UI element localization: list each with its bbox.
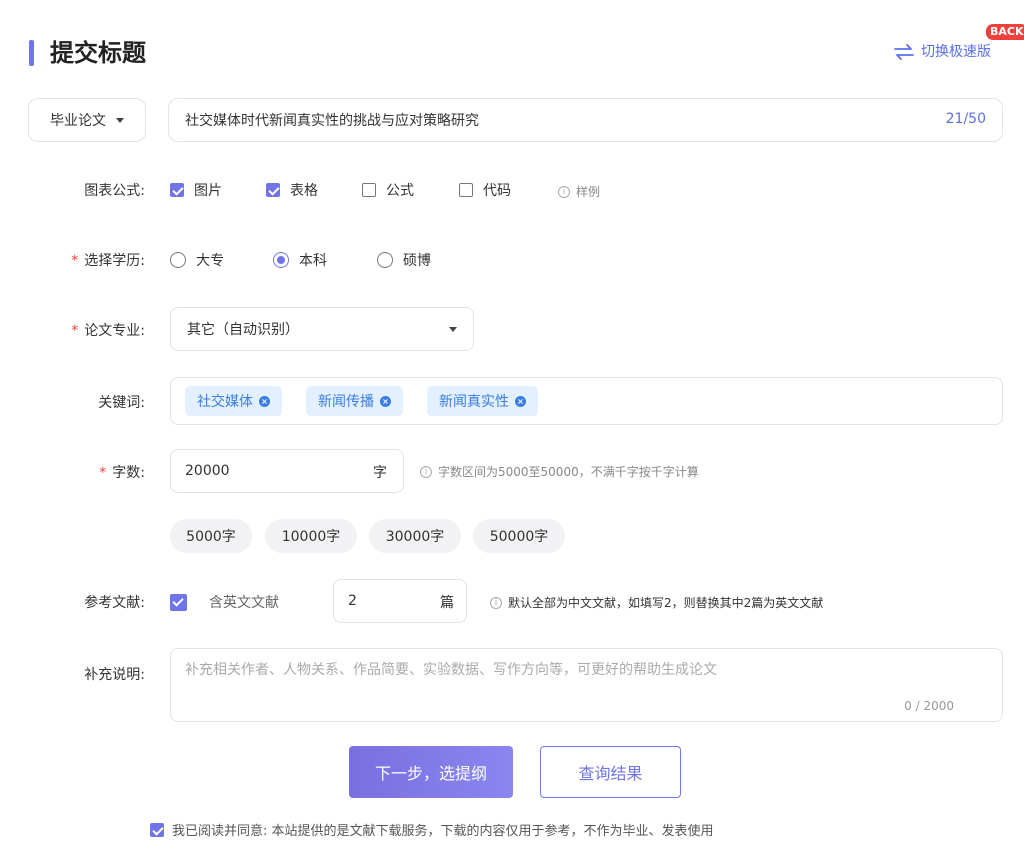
figures-label: 图表公式:: [84, 183, 145, 199]
references-label: 参考文献:: [84, 595, 145, 611]
word-preset-button[interactable]: 30000字: [369, 519, 461, 553]
reference-count-unit: 篇: [440, 595, 454, 611]
figure-option-label: 图片: [194, 183, 222, 199]
paper-type-value: 毕业论文: [50, 113, 106, 129]
required-asterisk: *: [71, 253, 79, 269]
title-accent-bar: [29, 40, 34, 66]
required-asterisk: *: [71, 323, 79, 339]
back-badge[interactable]: BACK: [986, 24, 1024, 40]
remove-tag-icon[interactable]: ×: [259, 395, 270, 407]
keyword-tag: 新闻传播 ×: [306, 386, 403, 416]
next-step-button[interactable]: 下一步，选提纲: [349, 746, 513, 798]
word-preset-button[interactable]: 50000字: [473, 519, 565, 553]
keyword-tag-label: 新闻真实性: [439, 394, 509, 410]
reference-count-input[interactable]: [348, 580, 418, 622]
hint-text: 样例: [576, 185, 601, 199]
agreement-text: 我已阅读并同意: 本站提供的是文献下载服务，下载的内容仅用于参考，不作为毕业、发…: [172, 824, 714, 839]
figure-option-formula[interactable]: 公式: [362, 180, 414, 200]
header: 提交标题 BACK 切换极速版: [0, 0, 1024, 100]
notes-textarea[interactable]: [185, 659, 985, 699]
word-preset-button[interactable]: 5000字: [170, 519, 252, 553]
education-option-label: 硕博: [403, 253, 431, 269]
education-option-junior-college[interactable]: 大专: [170, 250, 224, 270]
remove-tag-icon[interactable]: ×: [380, 395, 391, 407]
hint-text: 默认全部为中文文献，如填写2，则替换其中2篇为英文文献: [508, 596, 824, 610]
figures-sample-hint[interactable]: i 样例: [558, 183, 600, 200]
info-icon: i: [420, 465, 432, 478]
hint-text: 字数区间为5000至50000，不满千字按千字计算: [438, 465, 699, 479]
figure-option-image[interactable]: 图片: [170, 180, 222, 200]
word-count-hint: i 字数区间为5000至50000，不满千字按千字计算: [420, 463, 699, 480]
notes-box: 0 / 2000: [170, 648, 1003, 722]
figure-option-label: 代码: [483, 183, 511, 199]
include-english-label: 含英文文献: [209, 595, 279, 611]
education-label: * 选择学历:: [71, 253, 145, 269]
checkbox-unchecked-icon[interactable]: [362, 183, 376, 197]
keyword-tag: 新闻真实性 ×: [427, 386, 538, 416]
checkbox-checked-icon[interactable]: [150, 822, 164, 837]
checkbox-checked-icon[interactable]: [170, 183, 184, 197]
figure-option-code[interactable]: 代码: [459, 180, 511, 200]
major-label: * 论文专业:: [71, 323, 145, 339]
radio-unselected-icon[interactable]: [170, 252, 186, 268]
keywords-input-box[interactable]: 社交媒体 × 新闻传播 × 新闻真实性 ×: [170, 377, 1003, 425]
radio-selected-icon[interactable]: [273, 252, 289, 268]
figure-option-table[interactable]: 表格: [266, 180, 318, 200]
word-count-label: * 字数:: [99, 465, 145, 481]
checkbox-unchecked-icon[interactable]: [459, 183, 473, 197]
notes-char-count: 0 / 2000: [904, 699, 954, 713]
paper-type-select[interactable]: 毕业论文: [28, 98, 146, 142]
reference-count-box: 篇: [333, 579, 467, 623]
page-title: 提交标题: [50, 39, 146, 67]
major-select[interactable]: 其它（自动识别）: [170, 307, 474, 351]
notes-label: 补充说明:: [84, 667, 145, 683]
include-english-refs-option[interactable]: 含英文文献: [170, 592, 279, 612]
info-icon: i: [490, 596, 502, 609]
keywords-label: 关键词:: [98, 395, 145, 411]
education-option-graduate[interactable]: 硕博: [377, 250, 431, 270]
title-input-box: 21/50: [168, 98, 1003, 142]
query-results-button[interactable]: 查询结果: [540, 746, 681, 798]
figure-option-label: 表格: [290, 183, 318, 199]
caret-down-icon: [449, 326, 457, 332]
keyword-tag-label: 社交媒体: [197, 394, 253, 410]
education-option-label: 大专: [196, 253, 224, 269]
title-input[interactable]: [185, 99, 885, 141]
education-option-bachelor[interactable]: 本科: [273, 250, 327, 270]
references-hint: i 默认全部为中文文献，如填写2，则替换其中2篇为英文文献: [490, 594, 823, 611]
switch-speed-mode-label: 切换极速版: [921, 44, 991, 60]
remove-tag-icon[interactable]: ×: [515, 395, 526, 407]
agreement-row[interactable]: 我已阅读并同意: 本站提供的是文献下载服务，下载的内容仅用于参考，不作为毕业、发…: [150, 820, 714, 839]
checkbox-checked-icon[interactable]: [266, 183, 280, 197]
keyword-tag-label: 新闻传播: [318, 394, 374, 410]
word-count-unit: 字: [373, 465, 387, 481]
word-count-input-box: 字: [170, 449, 404, 493]
figure-option-label: 公式: [386, 183, 414, 199]
education-option-label: 本科: [299, 253, 327, 269]
swap-arrows-icon: [894, 44, 914, 60]
keyword-tag: 社交媒体 ×: [185, 386, 282, 416]
major-value: 其它（自动识别）: [187, 322, 299, 338]
word-count-input[interactable]: [185, 450, 335, 492]
caret-down-icon: [116, 117, 124, 123]
info-icon: i: [558, 185, 570, 198]
switch-speed-mode-link[interactable]: 切换极速版: [893, 40, 991, 64]
required-asterisk: *: [99, 465, 107, 481]
word-preset-button[interactable]: 10000字: [265, 519, 357, 553]
title-char-count: 21/50: [945, 111, 986, 127]
checkbox-checked-icon[interactable]: [170, 593, 187, 611]
radio-unselected-icon[interactable]: [377, 252, 393, 268]
